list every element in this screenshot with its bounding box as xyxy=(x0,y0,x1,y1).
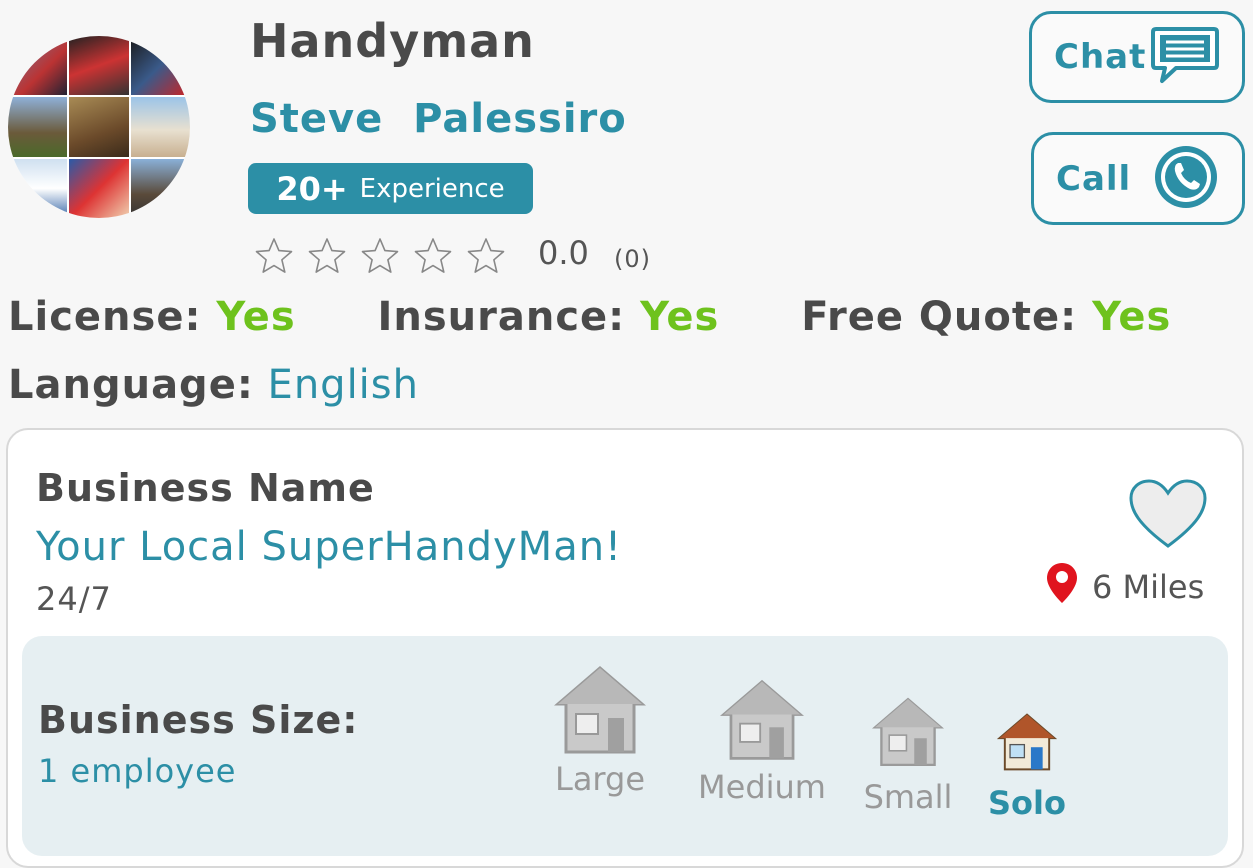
avatar-tile xyxy=(130,158,190,218)
phone-icon xyxy=(1152,143,1220,215)
house-icon xyxy=(553,666,647,754)
star-icon[interactable] xyxy=(307,236,347,276)
house-icon xyxy=(871,697,945,767)
avatar-tile xyxy=(8,158,68,218)
credentials-row: License: Yes Insurance: Yes Free Quote: … xyxy=(8,294,1171,340)
insurance-value: Yes xyxy=(640,294,720,340)
star-icon[interactable] xyxy=(254,236,294,276)
free-quote-value: Yes xyxy=(1092,294,1172,340)
avatar-tile xyxy=(8,97,68,157)
avatar-tile xyxy=(8,36,68,96)
insurance-label: Insurance: xyxy=(377,294,626,340)
size-option-small: Small xyxy=(856,696,960,816)
size-option-solo: Solo xyxy=(980,712,1074,822)
map-pin-icon xyxy=(1046,562,1078,612)
chat-button[interactable]: Chat xyxy=(1029,11,1245,103)
call-button[interactable]: Call xyxy=(1031,132,1245,225)
rating-value: 0.0 xyxy=(538,234,589,272)
distance-value: 6 Miles xyxy=(1092,568,1205,606)
experience-badge: 20+ Experience xyxy=(248,163,533,214)
business-size-label: Business Size: xyxy=(38,698,359,742)
chat-bubble-icon xyxy=(1150,25,1220,89)
size-option-solo-label: Solo xyxy=(988,784,1066,822)
provider-name[interactable]: Steve Palessiro xyxy=(250,96,627,142)
star-icon[interactable] xyxy=(466,236,506,276)
rating-count: (0) xyxy=(614,245,651,273)
profile-avatar[interactable] xyxy=(8,36,190,218)
business-name[interactable]: Your Local SuperHandyMan! xyxy=(36,524,622,570)
star-icon[interactable] xyxy=(413,236,453,276)
size-option-medium: Medium xyxy=(690,678,834,806)
provider-first-name: Steve xyxy=(250,96,384,142)
distance: 6 Miles xyxy=(1046,562,1204,612)
license-value: Yes xyxy=(216,294,296,340)
size-option-small-label: Small xyxy=(863,778,953,816)
size-option-large-label: Large xyxy=(554,760,646,798)
size-option-large: Large xyxy=(548,664,652,798)
business-hours: 24/7 xyxy=(36,580,112,618)
business-size-value: 1 employee xyxy=(38,752,237,790)
avatar-tile xyxy=(130,97,190,157)
house-icon xyxy=(996,713,1058,771)
avatar-tile xyxy=(69,158,129,218)
rating-stars[interactable] xyxy=(254,236,506,276)
size-option-medium-label: Medium xyxy=(698,768,826,806)
call-button-label: Call xyxy=(1056,158,1132,199)
avatar-tile xyxy=(69,97,129,157)
heart-icon[interactable] xyxy=(1128,478,1208,550)
star-icon[interactable] xyxy=(360,236,400,276)
experience-label: Experience xyxy=(359,173,505,204)
language-value: English xyxy=(267,362,419,408)
service-category: Handyman xyxy=(250,14,535,68)
chat-button-label: Chat xyxy=(1054,37,1147,77)
business-name-label: Business Name xyxy=(36,466,375,510)
experience-years: 20+ xyxy=(276,169,348,208)
free-quote-label: Free Quote: xyxy=(801,294,1078,340)
language-row: Language: English xyxy=(8,362,419,408)
avatar-tile xyxy=(69,36,129,96)
provider-last-name: Palessiro xyxy=(413,96,627,142)
house-icon xyxy=(719,679,805,760)
language-label: Language: xyxy=(8,362,254,408)
avatar-tile xyxy=(130,36,190,96)
license-label: License: xyxy=(8,294,202,340)
